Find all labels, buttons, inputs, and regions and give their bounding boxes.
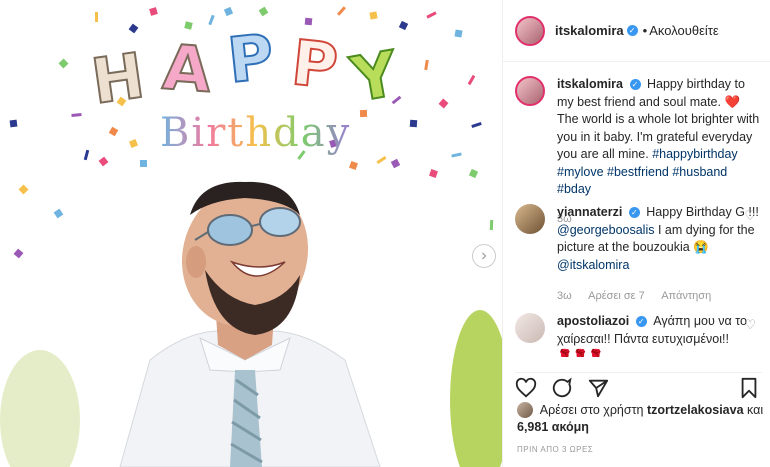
post-image[interactable]: H A P P Y Birthday › <box>0 0 503 467</box>
comment-age[interactable]: 3ω <box>557 290 572 302</box>
heart-emoji: ❤️ <box>724 94 741 109</box>
avatar[interactable] <box>515 76 545 106</box>
post-header: itskalomira ✓ • Ακολουθείτε <box>503 0 770 62</box>
comment-meta: 3ω Αρέσει σε 7 Απάντηση <box>557 288 762 306</box>
comment-icon[interactable] <box>551 377 573 399</box>
header-username[interactable]: itskalomira <box>555 23 624 38</box>
heart-icon[interactable]: ♡ <box>744 208 756 224</box>
comment-text: Happy Birthday G !!! <box>646 205 759 219</box>
caption-username[interactable]: itskalomira <box>557 77 623 91</box>
likes-summary: Αρέσει στο χρήστη tzortzelakosiava και 6… <box>517 402 763 436</box>
comment-item: apostoliazoi ✓ Αγάπη μου να το χαίρεσαι!… <box>515 313 762 357</box>
reply-button[interactable]: Απάντηση <box>661 290 711 302</box>
comment-username[interactable]: yiannaterzi <box>557 205 622 219</box>
follow-button[interactable]: Ακολουθείτε <box>649 23 718 38</box>
avatar[interactable] <box>515 313 545 343</box>
comment-likes[interactable]: Αρέσει σε 7 <box>588 290 645 302</box>
comment-item: yiannaterzi ✓ Happy Birthday G !!! @geor… <box>515 204 762 306</box>
post-sidebar: itskalomira ✓ • Ακολουθείτε itskalomira … <box>503 0 770 467</box>
chevron-right-icon: › <box>481 247 487 264</box>
verified-icon: ✓ <box>629 79 641 90</box>
verified-icon: ✓ <box>635 316 647 327</box>
likes-count[interactable]: 6,981 ακόμη <box>517 420 589 434</box>
separator: • <box>642 23 648 38</box>
person-photo <box>0 181 502 467</box>
avatar <box>517 402 533 418</box>
likes-user[interactable]: tzortzelakosiava <box>647 403 744 417</box>
post-timestamp[interactable]: ΠΡΙΝ ΑΠΟ 3 ΩΡΕΣ <box>517 445 593 454</box>
verified-icon: ✓ <box>628 207 640 218</box>
bookmark-icon[interactable] <box>738 377 760 399</box>
next-photo-button[interactable]: › <box>472 244 496 268</box>
avatar[interactable] <box>515 15 545 46</box>
share-icon[interactable] <box>587 377 609 399</box>
comment-mention[interactable]: @itskalomira <box>557 258 629 272</box>
comments-list[interactable]: itskalomira ✓ Happy birthday to my best … <box>503 62 770 357</box>
likes-conj: και <box>747 403 764 417</box>
action-bar <box>515 372 762 405</box>
heart-icon[interactable]: ♡ <box>744 317 756 333</box>
verified-icon: ✓ <box>626 25 638 36</box>
comment-mention[interactable]: @georgeboosalis <box>557 223 654 237</box>
heart-icon[interactable] <box>515 377 537 399</box>
comment-username[interactable]: apostoliazoi <box>557 314 629 328</box>
rose-emoji: 🌹🌹🌹 <box>557 349 604 357</box>
avatar[interactable] <box>515 204 545 234</box>
likes-prefix: Αρέσει στο χρήστη <box>539 403 644 417</box>
